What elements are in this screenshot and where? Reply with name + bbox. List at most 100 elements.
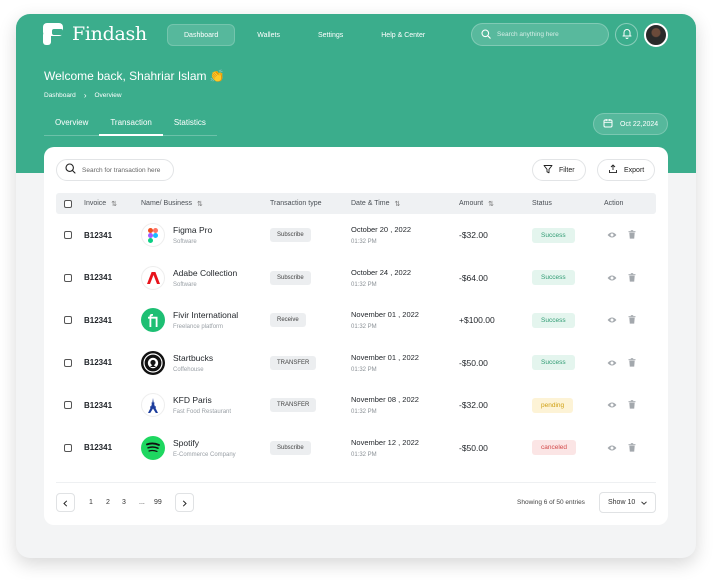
page-99[interactable]: 99 [154, 493, 162, 512]
calendar-icon [603, 118, 613, 130]
top-nav: Dashboard Wallets Settings Help & Center [167, 24, 447, 46]
delete-button[interactable] [628, 214, 636, 256]
table-row[interactable]: B12341 Spotify E-Commerce Company Subscr… [56, 427, 656, 469]
tab-transaction[interactable]: Transaction [99, 113, 163, 136]
table-row[interactable]: B12341 Adabe Collection Software Subscri… [56, 257, 656, 299]
fiverr-logo-icon [141, 308, 165, 332]
view-button[interactable] [607, 427, 617, 469]
invoice-id: B12341 [84, 400, 113, 410]
transaction-type-cell: Subscribe [270, 427, 311, 469]
transaction-date: October 20 , 2022 [351, 225, 412, 234]
nav-dashboard[interactable]: Dashboard [167, 24, 236, 46]
page-3[interactable]: 3 [122, 493, 126, 512]
delete-button[interactable] [628, 384, 636, 426]
brand[interactable]: Findash [43, 23, 147, 45]
chevron-right-icon: › [83, 91, 87, 100]
breadcrumb-home[interactable]: Dashboard [44, 92, 76, 99]
export-icon [608, 164, 618, 176]
breadcrumb: Dashboard › Overview [44, 91, 122, 100]
table-row[interactable]: B12341 Figma Pro Software Subscribe Octo… [56, 214, 656, 256]
transaction-time: 01:32 PM [351, 409, 377, 415]
table-row[interactable]: B12341 Startbucks Coffehouse TRANSFER No… [56, 342, 656, 384]
trash-icon [628, 226, 636, 244]
notifications-button[interactable] [615, 23, 638, 46]
tab-statistics[interactable]: Statistics [163, 113, 217, 135]
row-checkbox[interactable] [64, 214, 72, 256]
table-row[interactable]: B12341 KFD Paris Fast Food Restaurant TR… [56, 384, 656, 426]
table-header: Invoice ⇅ Name/ Business ⇅ Transaction typ… [56, 193, 656, 214]
export-button[interactable]: Export [597, 159, 656, 181]
prev-page-button[interactable] [56, 493, 75, 512]
delete-button[interactable] [628, 299, 636, 341]
transaction-search[interactable] [56, 159, 174, 181]
table-row[interactable]: B12341 Fivir International Freelance pla… [56, 299, 656, 341]
transaction-type-cell: TRANSFER [270, 342, 317, 384]
search-icon [481, 26, 491, 44]
transaction-amount: -$50.00 [459, 357, 488, 368]
sort-icon: ⇅ [196, 200, 203, 208]
sort-icon: ⇅ [394, 200, 401, 208]
view-button[interactable] [607, 257, 617, 299]
date-time-cell: November 08 , 2022 01:32 PM [351, 384, 419, 426]
page-2[interactable]: 2 [106, 493, 110, 512]
status-badge: Success [532, 270, 575, 285]
view-button[interactable] [607, 342, 617, 384]
trash-icon [628, 311, 636, 329]
nav-wallets[interactable]: Wallets [241, 24, 296, 46]
col-invoice[interactable]: Invoice ⇅ [84, 193, 117, 214]
select-all-checkbox[interactable] [64, 193, 72, 214]
transaction-search-input[interactable] [82, 166, 172, 174]
business-category: Fast Food Restaurant [173, 409, 232, 415]
col-amount[interactable]: Amount ⇅ [459, 193, 494, 214]
row-checkbox[interactable] [64, 342, 72, 384]
col-date-time[interactable]: Date & Time ⇅ [351, 193, 400, 214]
delete-button[interactable] [628, 342, 636, 384]
business-name: Startbucks [173, 352, 214, 363]
tab-overview[interactable]: Overview [44, 113, 99, 135]
delete-button[interactable] [628, 427, 636, 469]
col-name-business[interactable]: Name/ Business ⇅ [141, 193, 203, 214]
nav-help-center[interactable]: Help & Center [365, 24, 441, 46]
business-name: Spotify [173, 437, 199, 448]
global-search-input[interactable] [497, 31, 597, 38]
business-name: Adabe Collection [173, 267, 238, 278]
global-search[interactable] [471, 23, 609, 46]
view-button[interactable] [607, 214, 617, 256]
invoice-id: B12341 [84, 273, 113, 282]
view-button[interactable] [607, 384, 617, 426]
status-cell: canceled [532, 427, 577, 469]
col-amount-label: Amount [459, 200, 484, 207]
filter-button[interactable]: Filter [532, 159, 586, 181]
row-checkbox[interactable] [64, 427, 72, 469]
transaction-time: 01:32 PM [351, 239, 377, 245]
nav-settings[interactable]: Settings [302, 24, 359, 46]
row-checkbox[interactable] [64, 299, 72, 341]
col-type-label: Transaction type [270, 200, 322, 207]
brand-name: Findash [72, 23, 147, 45]
transaction-time: 01:32 PM [351, 281, 377, 288]
date-time-cell: October 24 , 2022 01:32 PM [351, 257, 411, 299]
trash-icon [628, 396, 636, 414]
view-button[interactable] [607, 299, 617, 341]
col-transaction-type: Transaction type [270, 193, 322, 214]
transaction-type-chip: Subscribe [270, 228, 311, 242]
welcome-heading: Welcome back, Shahriar Islam 👏 [44, 69, 225, 83]
row-checkbox[interactable] [64, 257, 72, 299]
page-1[interactable]: 1 [89, 493, 93, 512]
transaction-amount: +$100.00 [459, 315, 495, 325]
next-page-button[interactable] [175, 493, 194, 512]
eye-icon [607, 396, 617, 414]
eye-icon [607, 226, 617, 244]
transactions-card: Filter Export Invoice ⇅ Name/ Business ⇅ T… [44, 147, 668, 525]
user-avatar[interactable] [644, 23, 668, 47]
date-filter-button[interactable]: Oct 22,2024 [593, 113, 668, 135]
page-size-select[interactable]: Show 10 [599, 492, 656, 513]
nav-dashboard-label: Dashboard [184, 31, 219, 39]
business-category: E-Commerce Company [173, 451, 236, 458]
date-time-cell: October 20 , 2022 01:32 PM [351, 214, 411, 256]
delete-button[interactable] [628, 257, 636, 299]
invoice-id: B12341 [84, 230, 113, 240]
transaction-time: 01:32 PM [351, 451, 377, 458]
row-checkbox[interactable] [64, 384, 72, 426]
status-cell: Success [532, 299, 575, 341]
